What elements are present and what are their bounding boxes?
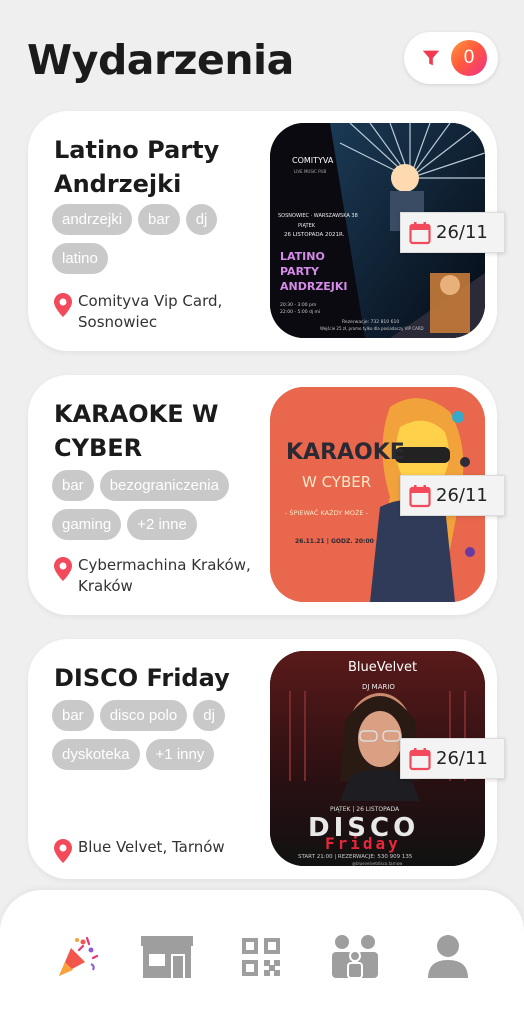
page-title: Wydarzenia <box>27 36 294 84</box>
poster-social: @bluevelvetdisco.tarnow <box>352 861 403 866</box>
tag[interactable]: dyskoteka <box>52 739 140 770</box>
tag[interactable]: gaming <box>52 509 122 540</box>
poster-title-line: LATINO <box>280 250 325 263</box>
poster-dj: DJ MARIO <box>362 683 395 691</box>
event-card[interactable]: KARAOKE W CYBER bar bezograniczenia gami… <box>28 375 505 615</box>
location-pin-icon <box>54 293 72 317</box>
event-title: KARAOKE W CYBER <box>54 400 219 462</box>
location-pin-icon <box>54 839 72 863</box>
nav-profile[interactable] <box>420 934 476 980</box>
poster-time: 20:30 - 3:00 pm <box>280 302 316 308</box>
date-badge: 26/11 <box>400 212 505 253</box>
location-text: Cybermachina Kraków, Kraków <box>78 556 251 595</box>
tag[interactable]: dj <box>193 700 225 731</box>
poster-brand: BlueVelvet <box>348 660 417 675</box>
location-text: Blue Velvet, Tarnów <box>78 838 225 856</box>
poster-when: 26.11.21 | GODZ. 20:00 <box>295 538 374 545</box>
group-icon <box>332 935 378 979</box>
nav-qr[interactable] <box>233 934 289 980</box>
tag-list: bar disco polo dj dyskoteka +1 inny <box>52 700 252 770</box>
poster-footer: Wejście 25 zł, promo tylko dla posiadacz… <box>320 326 424 331</box>
tag[interactable]: dj <box>185 204 218 235</box>
tag[interactable]: bar <box>138 204 180 235</box>
party-popper-icon <box>59 936 99 976</box>
poster-title-line: ANDRZEJKI <box>280 280 348 293</box>
event-title: DISCO Friday <box>54 664 230 692</box>
event-location: Cybermachina Kraków, Kraków <box>54 555 258 597</box>
poster-word: Friday <box>325 834 401 853</box>
calendar-icon <box>409 484 431 507</box>
poster-footer: Rezerwacje: 732 810 610 <box>342 319 399 325</box>
tag-list: andrzejki bar dj latino <box>52 204 252 274</box>
filter-count-badge: 0 <box>451 40 487 76</box>
calendar-icon <box>409 747 431 770</box>
event-location: Comityva Vip Card, Sosnowiec <box>54 291 258 333</box>
tag[interactable]: +1 inny <box>145 739 215 770</box>
bottom-nav <box>0 890 524 1024</box>
location-pin-icon <box>54 557 72 581</box>
poster-brand: COMITYVA <box>292 156 334 165</box>
tag[interactable]: latino <box>52 243 108 274</box>
nav-venues[interactable] <box>139 934 195 980</box>
location-text: Comityva Vip Card, Sosnowiec <box>78 292 223 331</box>
event-card[interactable]: DISCO Friday bar disco polo dj dyskoteka… <box>28 639 505 879</box>
header: Wydarzenia 0 <box>0 0 524 110</box>
poster-time: 22:00 - 5:00 dj mi <box>280 309 320 315</box>
nav-friends[interactable] <box>327 934 383 980</box>
tag[interactable]: disco polo <box>99 700 188 731</box>
event-title: Latino Party Andrzejki <box>54 136 220 198</box>
tag[interactable]: bezograniczenia <box>99 470 229 501</box>
filter-button[interactable]: 0 <box>404 32 498 84</box>
event-card[interactable]: Latino Party Andrzejki andrzejki bar dj … <box>28 111 505 351</box>
poster-day: PIĄTEK <box>298 223 316 229</box>
date-badge: 26/11 <box>400 738 505 779</box>
poster-subtitle: W CYBER <box>302 473 371 491</box>
poster-subbrand: LIVE MUSIC PUB <box>294 169 326 174</box>
tag[interactable]: bar <box>52 470 94 501</box>
date-badge: 26/11 <box>400 475 505 516</box>
poster-date: PIĄTEK | 26 LISTOPADA <box>330 806 400 813</box>
calendar-icon <box>409 221 431 244</box>
date-text: 26/11 <box>436 485 488 506</box>
poster-address: SOSNOWIEC · WARSZAWSKA 38 <box>278 213 358 219</box>
date-text: 26/11 <box>436 748 488 769</box>
user-icon <box>428 935 468 978</box>
store-icon <box>141 936 193 978</box>
poster-title: KARAOKE <box>286 440 405 465</box>
qr-code-icon <box>242 938 280 976</box>
filter-icon <box>422 50 440 66</box>
poster-tagline: - ŚPIEWAĆ KAŻDY MOŻE - <box>285 508 369 517</box>
poster-date: 26 LISTOPADA 2021R. <box>284 232 345 238</box>
event-location: Blue Velvet, Tarnów <box>54 837 258 863</box>
tag[interactable]: andrzejki <box>52 204 133 235</box>
nav-events[interactable] <box>48 934 104 980</box>
tag-list: bar bezograniczenia gaming +2 inne <box>52 470 252 540</box>
poster-title-line: PARTY <box>280 265 320 278</box>
tag[interactable]: bar <box>52 700 94 731</box>
poster-footer: START 21:00 | REZERWACJE: 530 909 135 <box>298 854 413 860</box>
tag[interactable]: +2 inne <box>127 509 197 540</box>
date-text: 26/11 <box>436 222 488 243</box>
